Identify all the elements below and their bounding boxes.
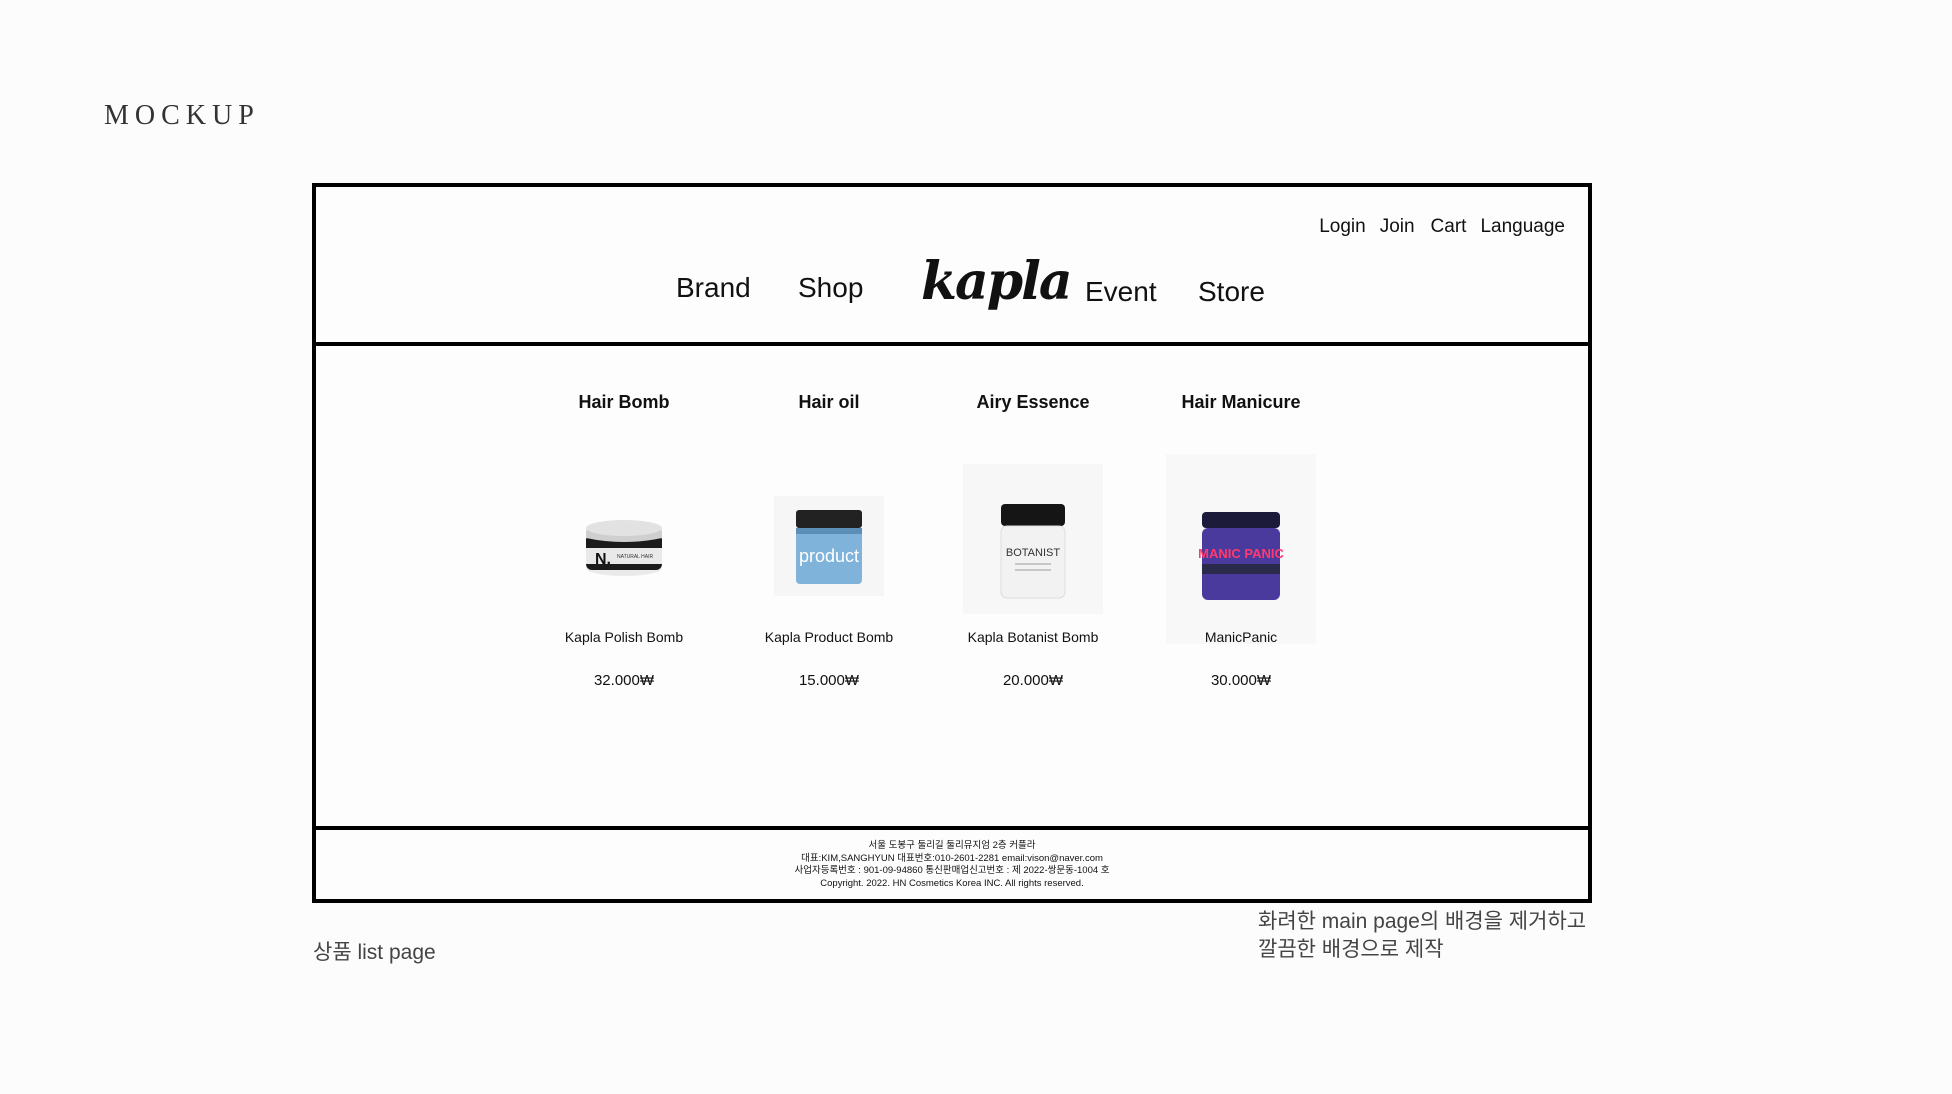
product-bomb-jar-image: product [774, 496, 884, 596]
footer-business-number: 사업자등록번호 : 901-09-94860 통신판매업신고번호 : 제 202… [794, 865, 1110, 876]
product-name[interactable]: ManicPanic [1161, 629, 1321, 645]
product-price: 15.000₩ [798, 672, 860, 689]
footer-address: 서울 도봉구 둘리길 둘리뮤지엄 2층 커플라 [868, 840, 1036, 851]
product-name[interactable]: Kapla Product Bomb [749, 629, 909, 645]
product-list: Hair Bomb N. NATURAL HAIR Kapla Polish B… [316, 346, 1588, 830]
product-price: 20.000₩ [1002, 672, 1064, 689]
svg-text:N.: N. [595, 551, 611, 568]
svg-text:product: product [799, 546, 859, 566]
main-nav: Brand Shop kapla Event Store [316, 187, 1588, 342]
svg-text:MANIC PANIC: MANIC PANIC [1198, 546, 1284, 561]
category-title: Hair Manicure [1181, 392, 1301, 412]
site-footer: 서울 도봉구 둘리길 둘리뮤지엄 2층 커플라 대표:KIM,SANGHYUN … [316, 830, 1588, 890]
product-price: 30.000₩ [1210, 672, 1272, 689]
mockup-title: MOCKUP [104, 100, 260, 131]
svg-text:NATURAL HAIR: NATURAL HAIR [617, 554, 654, 560]
svg-text:BOTANIST: BOTANIST [1006, 547, 1060, 559]
design-note: 화려한 main page의 배경을 제거하고 깔끔한 배경으로 제작 [1258, 908, 1586, 964]
kapla-logo[interactable]: kapla [921, 251, 1073, 312]
page-mockup-frame: Login Join Cart Language Brand Shop kapl… [312, 183, 1592, 903]
page-caption: 상품 list page [313, 941, 436, 964]
botanist-bomb-jar-image: BOTANIST [963, 464, 1103, 614]
design-note-line: 깔끔한 배경으로 제작 [1258, 938, 1444, 961]
footer-contact: 대표:KIM,SANGHYUN 대표번호:010-2601-2281 email… [801, 852, 1103, 864]
polish-bomb-jar-image: N. NATURAL HAIR [586, 520, 662, 576]
manic-panic-jar-image: MANIC PANIC [1166, 454, 1316, 644]
design-note-line: 화려한 main page의 배경을 제거하고 [1258, 910, 1587, 933]
nav-event[interactable]: Event [1085, 276, 1157, 308]
product-name[interactable]: Kapla Botanist Bomb [953, 629, 1113, 645]
category-title: Hair oil [798, 392, 860, 412]
footer-copyright: Copyright. 2022. HN Cosmetics Korea INC.… [820, 877, 1084, 889]
product-price: 32.000₩ [593, 672, 655, 689]
category-title: Hair Bomb [578, 392, 670, 412]
nav-store[interactable]: Store [1198, 276, 1265, 308]
category-title: Airy Essence [976, 392, 1090, 412]
nav-brand[interactable]: Brand [676, 272, 751, 304]
nav-shop[interactable]: Shop [798, 272, 863, 304]
site-header: Login Join Cart Language Brand Shop kapl… [316, 187, 1588, 346]
product-name[interactable]: Kapla Polish Bomb [544, 629, 704, 645]
